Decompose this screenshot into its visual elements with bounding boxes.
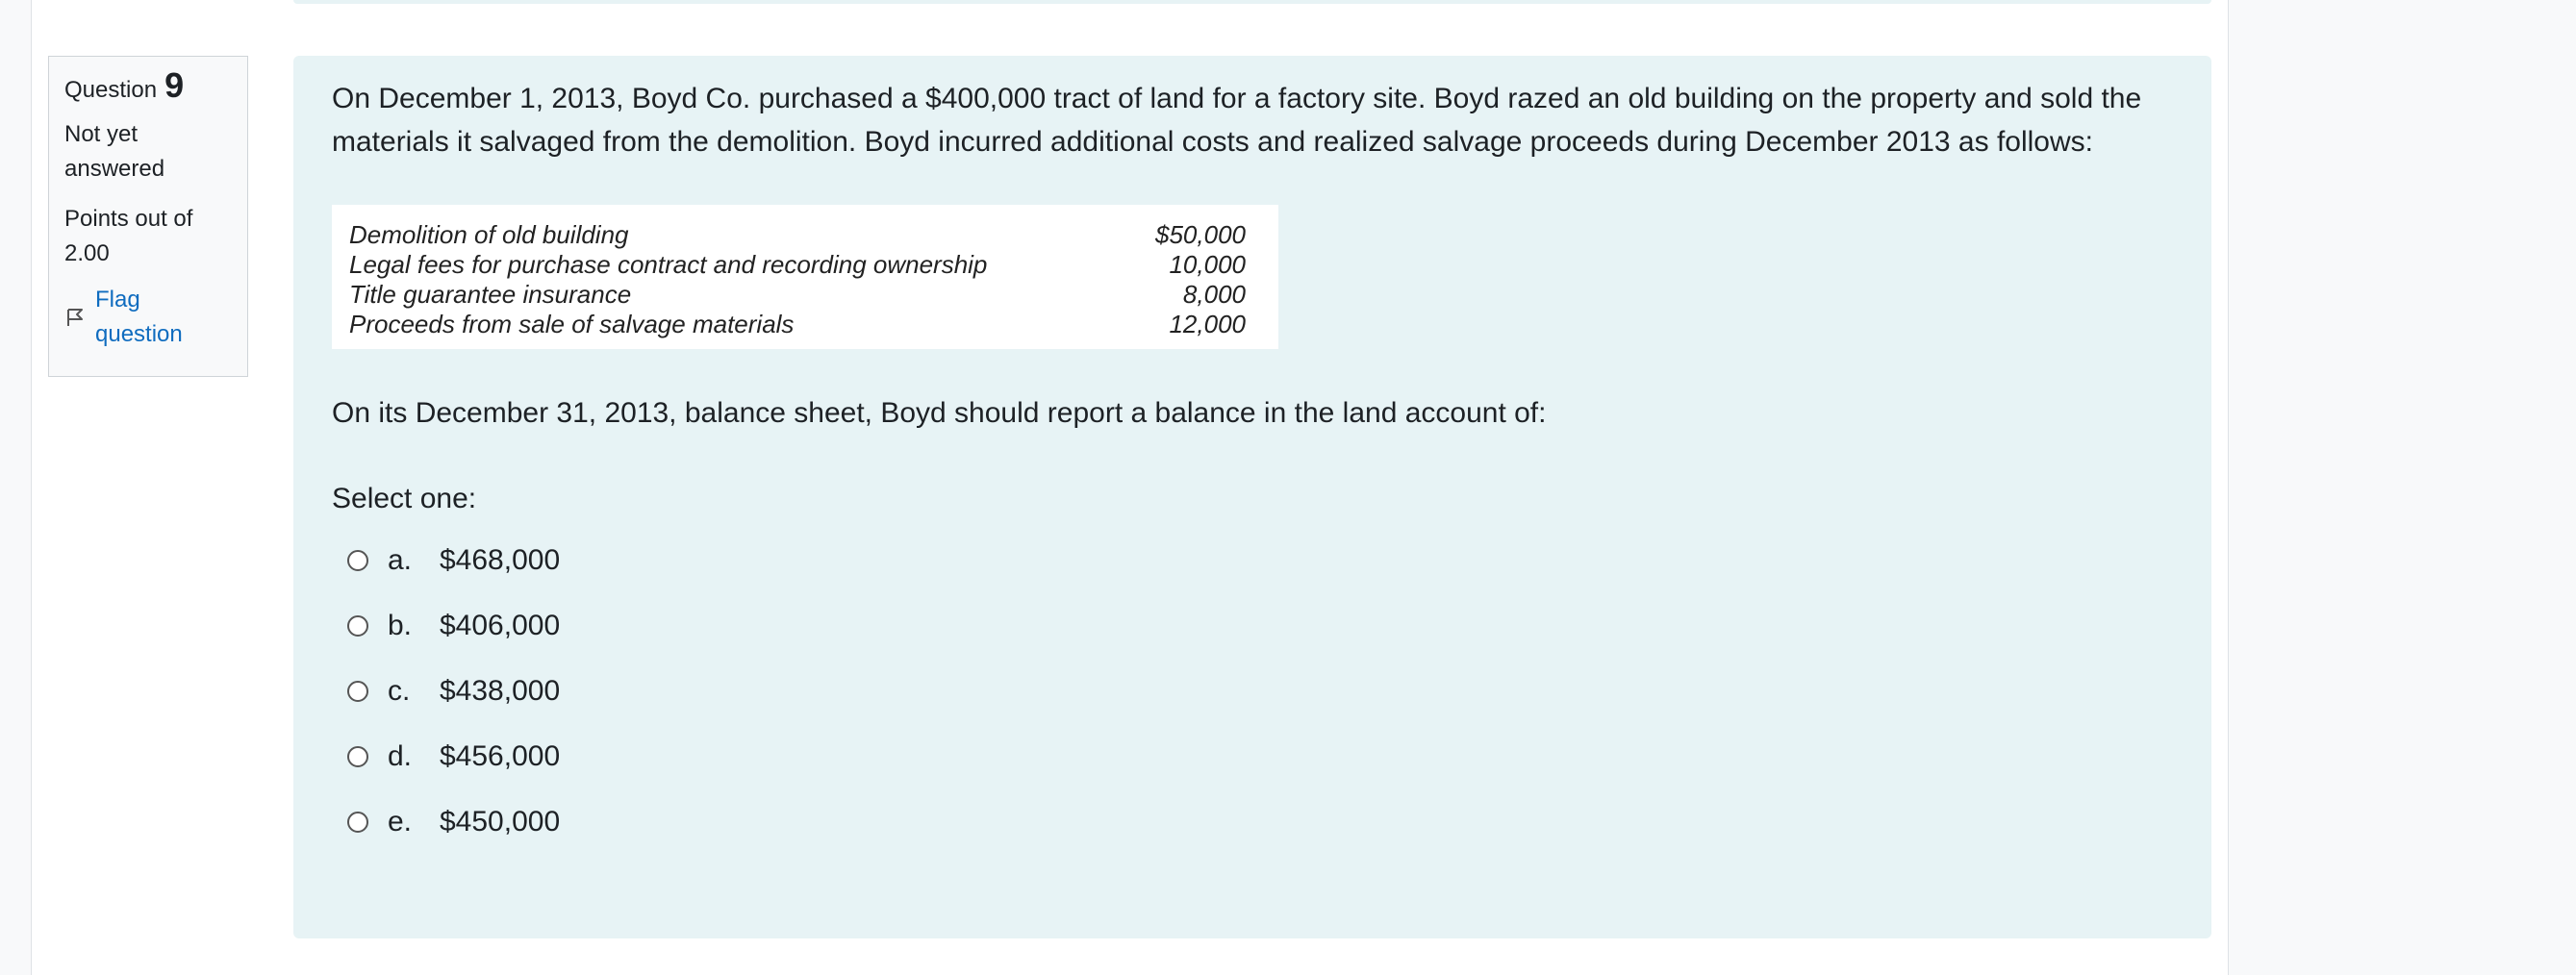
- cost-amount: $50,000: [1155, 220, 1246, 249]
- radio-button[interactable]: [347, 550, 368, 571]
- radio-button[interactable]: [347, 681, 368, 702]
- cost-amount: 8,000: [1182, 280, 1246, 309]
- answer-letter: e.: [388, 806, 413, 838]
- radio-button[interactable]: [347, 615, 368, 637]
- radio-button[interactable]: [347, 746, 368, 767]
- cost-amount: 10,000: [1169, 250, 1246, 279]
- flag-question-link[interactable]: Flag question: [64, 283, 232, 352]
- cost-row: Proceeds from sale of salvage materials 1…: [349, 310, 1246, 339]
- radio-button[interactable]: [347, 812, 368, 833]
- question-prompt: On its December 31, 2013, balance sheet,…: [332, 397, 1547, 429]
- answer-option[interactable]: d. $456,000: [332, 724, 2173, 789]
- answer-options: a. $468,000 b. $406,000 c. $438,000 d. $456,000…: [332, 528, 2173, 855]
- flag-icon: [67, 309, 83, 326]
- answer-option[interactable]: a. $468,000: [332, 528, 2173, 593]
- question-text: On December 1, 2013, Boyd Co. purchased …: [332, 83, 2142, 158]
- previous-question-content-edge: [293, 0, 2211, 4]
- cost-row: Title guarantee insurance 8,000: [349, 280, 1246, 310]
- answer-value[interactable]: $438,000: [440, 675, 560, 708]
- cost-item: Title guarantee insurance: [349, 280, 632, 309]
- answer-option[interactable]: c. $438,000: [332, 659, 2173, 724]
- select-one-label: Select one:: [332, 483, 477, 514]
- answer-option[interactable]: e. $450,000: [332, 789, 2173, 855]
- cost-item: Proceeds from sale of salvage materials: [349, 310, 795, 338]
- question-number: 9: [164, 65, 185, 105]
- answer-value[interactable]: $450,000: [440, 806, 560, 838]
- cost-table: Demolition of old building $50,000 Legal f…: [332, 205, 1278, 349]
- cost-row: Legal fees for purchase contract and rec…: [349, 250, 1246, 280]
- question-label: Question: [64, 77, 158, 103]
- answer-value[interactable]: $468,000: [440, 544, 560, 577]
- answer-value[interactable]: $406,000: [440, 610, 560, 642]
- answer-value[interactable]: $456,000: [440, 740, 560, 773]
- question-state: Not yet answered: [64, 121, 165, 182]
- question-info-panel: Question 9 Not yet answered Points out o…: [48, 56, 248, 377]
- cost-item: Legal fees for purchase contract and rec…: [349, 250, 988, 279]
- answer-letter: c.: [388, 675, 411, 707]
- cost-row: Demolition of old building $50,000: [349, 220, 1246, 250]
- answer-letter: b.: [388, 610, 413, 641]
- answer-letter: a.: [388, 544, 413, 576]
- question-grade: Points out of 2.00: [64, 206, 193, 266]
- cost-amount: 12,000: [1169, 310, 1246, 338]
- question-number-line: Question 9: [64, 68, 232, 108]
- cost-item: Demolition of old building: [349, 220, 629, 249]
- question-content: On December 1, 2013, Boyd Co. purchased …: [293, 56, 2211, 938]
- flag-question-label: Flag question: [95, 287, 183, 347]
- answer-letter: d.: [388, 740, 413, 772]
- answer-option[interactable]: b. $406,000: [332, 593, 2173, 659]
